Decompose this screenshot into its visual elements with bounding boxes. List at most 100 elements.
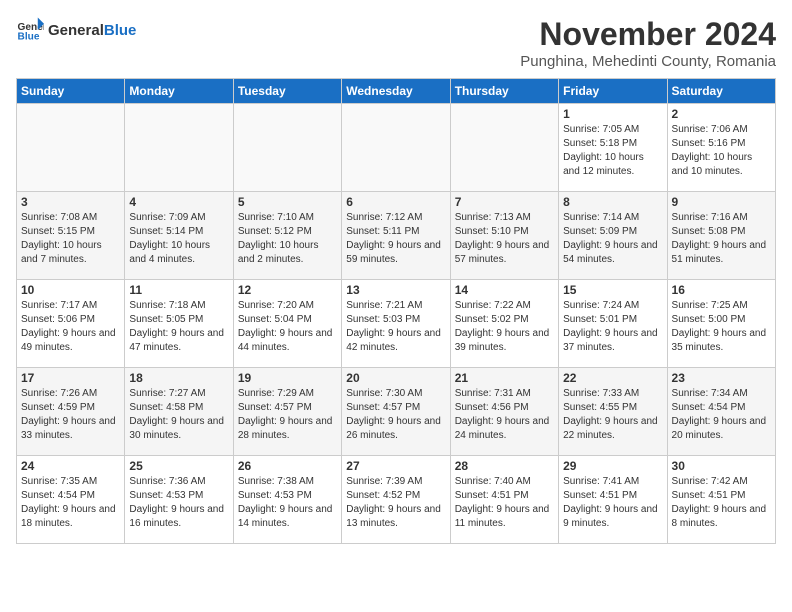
- day-number: 12: [238, 283, 337, 297]
- day-cell: 29 Sunrise: 7:41 AMSunset: 4:51 PMDayligh…: [559, 456, 667, 544]
- logo-icon: General Blue: [16, 16, 44, 44]
- day-cell: 14 Sunrise: 7:22 AMSunset: 5:02 PMDayligh…: [450, 280, 558, 368]
- day-cell: 9 Sunrise: 7:16 AMSunset: 5:08 PMDaylight…: [667, 192, 775, 280]
- logo-blue: Blue: [104, 22, 137, 39]
- day-number: 17: [21, 371, 120, 385]
- day-cell: 27Sunrise: 7:39 AMSunset: 4:52 PMDayligh…: [342, 456, 450, 544]
- day-info: Sunrise: 7:18 AMSunset: 5:05 PMDaylight:…: [129, 299, 228, 355]
- day-info: Sunrise: 7:09 AMSunset: 5:14 PMDaylight:…: [129, 211, 228, 267]
- week-row-2: 3Sunrise: 7:08 AMSunset: 5:15 PMDaylight…: [17, 192, 776, 280]
- day-number: 29: [563, 459, 662, 473]
- day-info: Sunrise: 7:10 AMSunset: 5:12 PMDaylight:…: [238, 211, 337, 267]
- calendar: SundayMondayTuesdayWednesdayThursdayFrid…: [16, 78, 776, 544]
- day-cell: 5 Sunrise: 7:10 AMSunset: 5:12 PMDaylight…: [233, 192, 341, 280]
- week-row-3: 10 Sunrise: 7:17 AMSunset: 5:06 PMDayligh…: [17, 280, 776, 368]
- day-cell: 17 Sunrise: 7:26 AMSunset: 4:59 PMDayligh…: [17, 368, 125, 456]
- weekday-tuesday: Tuesday: [233, 79, 341, 104]
- day-number: 2: [672, 107, 771, 121]
- day-cell: 20 Sunrise: 7:30 AMSunset: 4:57 PMDayligh…: [342, 368, 450, 456]
- day-cell: 30 Sunrise: 7:42 AMSunset: 4:51 PMDayligh…: [667, 456, 775, 544]
- day-info: Sunrise: 7:27 AMSunset: 4:58 PMDaylight:…: [129, 387, 228, 443]
- day-cell: [342, 104, 450, 192]
- day-info: Sunrise: 7:24 AMSunset: 5:01 PMDaylight:…: [563, 299, 662, 355]
- day-number: 11: [129, 283, 228, 297]
- week-row-5: 24Sunrise: 7:35 AMSunset: 4:54 PMDayligh…: [17, 456, 776, 544]
- day-cell: 25 Sunrise: 7:36 AMSunset: 4:53 PMDayligh…: [125, 456, 233, 544]
- day-info: Sunrise: 7:13 AMSunset: 5:10 PMDaylight:…: [455, 211, 554, 267]
- day-number: 5: [238, 195, 337, 209]
- day-info: Sunrise: 7:26 AMSunset: 4:59 PMDaylight:…: [21, 387, 120, 443]
- day-info: Sunrise: 7:08 AMSunset: 5:15 PMDaylight:…: [21, 211, 120, 267]
- svg-text:Blue: Blue: [18, 31, 40, 42]
- day-info: Sunrise: 7:14 AMSunset: 5:09 PMDaylight:…: [563, 211, 662, 267]
- day-cell: 12 Sunrise: 7:20 AMSunset: 5:04 PMDayligh…: [233, 280, 341, 368]
- day-number: 22: [563, 371, 662, 385]
- day-cell: 1 Sunrise: 7:05 AMSunset: 5:18 PMDaylight…: [559, 104, 667, 192]
- day-info: Sunrise: 7:12 AMSunset: 5:11 PMDaylight:…: [346, 211, 445, 267]
- day-info: Sunrise: 7:33 AMSunset: 4:55 PMDaylight:…: [563, 387, 662, 443]
- day-info: Sunrise: 7:30 AMSunset: 4:57 PMDaylight:…: [346, 387, 445, 443]
- day-cell: 24Sunrise: 7:35 AMSunset: 4:54 PMDayligh…: [17, 456, 125, 544]
- day-number: 9: [672, 195, 771, 209]
- day-cell: 15 Sunrise: 7:24 AMSunset: 5:01 PMDayligh…: [559, 280, 667, 368]
- day-number: 19: [238, 371, 337, 385]
- week-row-4: 17 Sunrise: 7:26 AMSunset: 4:59 PMDayligh…: [17, 368, 776, 456]
- day-cell: 18Sunrise: 7:27 AMSunset: 4:58 PMDayligh…: [125, 368, 233, 456]
- day-info: Sunrise: 7:34 AMSunset: 4:54 PMDaylight:…: [672, 387, 771, 443]
- weekday-thursday: Thursday: [450, 79, 558, 104]
- day-number: 4: [129, 195, 228, 209]
- weekday-sunday: Sunday: [17, 79, 125, 104]
- day-number: 30: [672, 459, 771, 473]
- weekday-saturday: Saturday: [667, 79, 775, 104]
- day-info: Sunrise: 7:22 AMSunset: 5:02 PMDaylight:…: [455, 299, 554, 355]
- day-info: Sunrise: 7:16 AMSunset: 5:08 PMDaylight:…: [672, 211, 771, 267]
- day-info: Sunrise: 7:05 AMSunset: 5:18 PMDaylight:…: [563, 123, 662, 179]
- day-number: 13: [346, 283, 445, 297]
- title-area: November 2024 Punghina, Mehedinti County…: [520, 16, 776, 70]
- day-number: 10: [21, 283, 120, 297]
- logo: General Blue GeneralBlue: [16, 16, 136, 44]
- day-number: 6: [346, 195, 445, 209]
- day-info: Sunrise: 7:21 AMSunset: 5:03 PMDaylight:…: [346, 299, 445, 355]
- day-number: 20: [346, 371, 445, 385]
- day-number: 28: [455, 459, 554, 473]
- day-cell: 11 Sunrise: 7:18 AMSunset: 5:05 PMDayligh…: [125, 280, 233, 368]
- day-cell: 19 Sunrise: 7:29 AMSunset: 4:57 PMDayligh…: [233, 368, 341, 456]
- logo-general: General: [48, 22, 104, 39]
- day-info: Sunrise: 7:31 AMSunset: 4:56 PMDaylight:…: [455, 387, 554, 443]
- day-cell: 8 Sunrise: 7:14 AMSunset: 5:09 PMDaylight…: [559, 192, 667, 280]
- day-number: 15: [563, 283, 662, 297]
- day-number: 21: [455, 371, 554, 385]
- day-info: Sunrise: 7:40 AMSunset: 4:51 PMDaylight:…: [455, 475, 554, 531]
- day-cell: 21 Sunrise: 7:31 AMSunset: 4:56 PMDayligh…: [450, 368, 558, 456]
- day-info: Sunrise: 7:41 AMSunset: 4:51 PMDaylight:…: [563, 475, 662, 531]
- day-cell: [125, 104, 233, 192]
- weekday-header-row: SundayMondayTuesdayWednesdayThursdayFrid…: [17, 79, 776, 104]
- day-number: 14: [455, 283, 554, 297]
- day-cell: 3Sunrise: 7:08 AMSunset: 5:15 PMDaylight…: [17, 192, 125, 280]
- day-cell: 6 Sunrise: 7:12 AMSunset: 5:11 PMDaylight…: [342, 192, 450, 280]
- day-cell: 16 Sunrise: 7:25 AMSunset: 5:00 PMDayligh…: [667, 280, 775, 368]
- month-title: November 2024: [520, 16, 776, 53]
- day-info: Sunrise: 7:17 AMSunset: 5:06 PMDaylight:…: [21, 299, 120, 355]
- day-number: 16: [672, 283, 771, 297]
- day-info: Sunrise: 7:25 AMSunset: 5:00 PMDaylight:…: [672, 299, 771, 355]
- day-cell: 2 Sunrise: 7:06 AMSunset: 5:16 PMDaylight…: [667, 104, 775, 192]
- day-info: Sunrise: 7:35 AMSunset: 4:54 PMDaylight:…: [21, 475, 120, 531]
- day-number: 26: [238, 459, 337, 473]
- day-info: Sunrise: 7:42 AMSunset: 4:51 PMDaylight:…: [672, 475, 771, 531]
- day-info: Sunrise: 7:38 AMSunset: 4:53 PMDaylight:…: [238, 475, 337, 531]
- day-cell: 26 Sunrise: 7:38 AMSunset: 4:53 PMDayligh…: [233, 456, 341, 544]
- day-cell: [233, 104, 341, 192]
- day-cell: [450, 104, 558, 192]
- weekday-friday: Friday: [559, 79, 667, 104]
- day-number: 25: [129, 459, 228, 473]
- day-info: Sunrise: 7:06 AMSunset: 5:16 PMDaylight:…: [672, 123, 771, 179]
- day-number: 8: [563, 195, 662, 209]
- day-info: Sunrise: 7:29 AMSunset: 4:57 PMDaylight:…: [238, 387, 337, 443]
- day-info: Sunrise: 7:20 AMSunset: 5:04 PMDaylight:…: [238, 299, 337, 355]
- day-number: 1: [563, 107, 662, 121]
- header: General Blue GeneralBlue November 2024 P…: [16, 16, 776, 70]
- day-info: Sunrise: 7:36 AMSunset: 4:53 PMDaylight:…: [129, 475, 228, 531]
- day-cell: [17, 104, 125, 192]
